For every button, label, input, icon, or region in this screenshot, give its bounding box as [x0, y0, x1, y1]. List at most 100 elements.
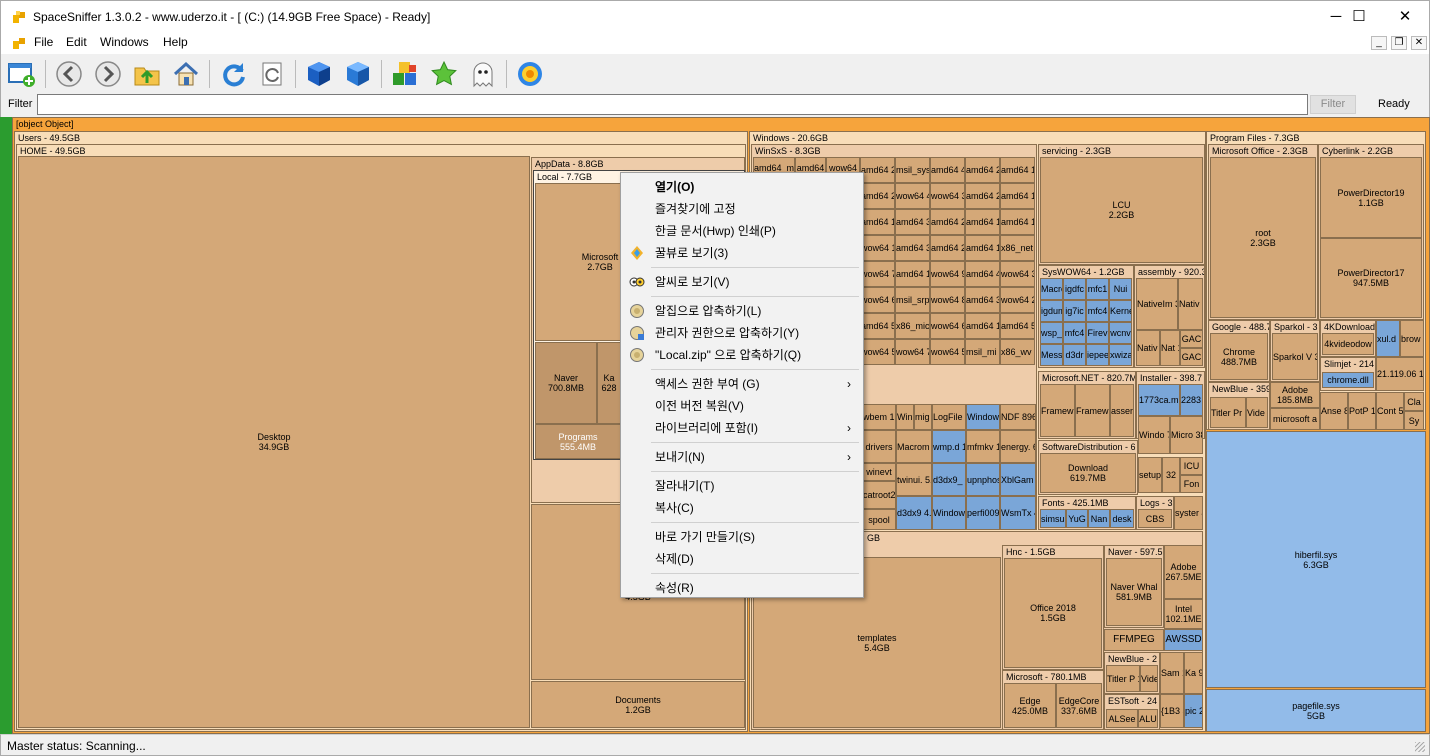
tile-windows-misc[interactable]: WsmTx 4KB — [1000, 496, 1036, 530]
tile-syswow-cell[interactable]: wcnv — [1109, 322, 1132, 344]
tile-winsxs-cell[interactable]: wow64 860KB — [930, 287, 965, 313]
tile-windows-misc[interactable]: twinui. 5.9MB — [896, 463, 932, 496]
context-item-1[interactable]: 즐겨찾기에 고정 — [623, 198, 861, 220]
tile-winsxs-cell[interactable]: wow64 232KB — [1000, 287, 1035, 313]
context-item-11[interactable]: 액세스 권한 부여 (G) › — [623, 373, 861, 395]
tile-windows-misc[interactable]: upnphos 464KB — [966, 463, 1000, 496]
tile-21119[interactable]: 21.119.06 179.6MB — [1376, 357, 1424, 391]
tile-syswow-cell[interactable]: Nui — [1109, 278, 1132, 300]
tile-root-office[interactable]: root 2.3GB — [1210, 157, 1316, 318]
mdi-close-button[interactable]: ✕ — [1411, 36, 1427, 50]
tile-office2018[interactable]: Office 2018 1.5GB — [1004, 558, 1102, 668]
tile-windows-misc[interactable]: Window 2.2MB — [932, 496, 966, 530]
context-item-13[interactable]: 라이브러리에 포함(I) › — [623, 417, 861, 439]
tile-syswow-cell[interactable]: mfc1 — [1086, 278, 1109, 300]
tile-winsxs-cell[interactable]: amd64 440KB — [965, 261, 1000, 287]
tile-titlerp[interactable]: Titler P 127.2M — [1106, 665, 1140, 692]
tile-font-desk[interactable]: desk — [1110, 509, 1134, 528]
tile-windows-misc[interactable]: wbem 164.8M — [862, 404, 896, 430]
context-item-5[interactable]: 알씨로 보기(V) — [623, 271, 861, 293]
tile-cla[interactable]: Cla — [1404, 392, 1424, 411]
tile-windows-misc[interactable]: energy. 656KB — [1000, 430, 1036, 463]
tile-pic[interactable]: pic 2.2M — [1184, 694, 1203, 728]
tile-vide2[interactable]: Vide 52.3 — [1140, 665, 1158, 692]
tile-syswow-cell[interactable]: wsp_ — [1040, 322, 1063, 344]
tile-font-nan[interactable]: Nan — [1088, 509, 1110, 528]
tile-framework-1[interactable]: Framew 313.5M — [1040, 384, 1075, 437]
tile-windows-misc[interactable]: Window 1.7MB — [966, 404, 1000, 430]
tile-potp[interactable]: PotP 101.2 — [1348, 392, 1376, 430]
tile-winsxs-cell[interactable]: amd64 18.7MB — [860, 209, 895, 235]
tile-winsxs-cell[interactable]: amd64 1.6MB — [965, 209, 1000, 235]
tile-winsxs-cell[interactable]: msil_srp 1.0MB — [895, 287, 930, 313]
context-item-15[interactable]: 보내기(N) › — [623, 446, 861, 468]
menu-windows[interactable]: Windows — [100, 35, 149, 49]
blocks-icon[interactable] — [390, 59, 420, 89]
tile-winsxs-cell[interactable]: msil_mi 112KB — [965, 339, 1000, 365]
tile-windows-misc[interactable]: drivers — [862, 430, 896, 463]
menu-edit[interactable]: Edit — [66, 35, 87, 49]
cube-icon[interactable] — [304, 59, 334, 89]
tile-syswow-cell[interactable]: iepee — [1086, 344, 1109, 366]
tile-winsxs-cell[interactable]: amd64 56KB — [1000, 313, 1035, 339]
tile-windows-misc[interactable]: spool — [862, 509, 896, 530]
tile-adobe[interactable]: Adobe 267.5ME — [1164, 545, 1203, 599]
tile-winsxs-cell[interactable]: amd64 2.6MB — [930, 235, 965, 261]
tile-syswow-cell[interactable]: Messa — [1040, 344, 1063, 366]
tile-chrome[interactable]: Chrome 488.7MB — [1210, 333, 1268, 380]
tile-winsxs-cell[interactable]: amd64 1.9MB — [1000, 157, 1035, 183]
cube-blue-icon[interactable] — [343, 59, 373, 89]
tile-winsxs-cell[interactable]: wow64 300KB — [1000, 261, 1035, 287]
tile-pd17[interactable]: PowerDirector17 947.5MB — [1320, 238, 1422, 318]
tile-font-simsun[interactable]: simsun — [1040, 509, 1066, 528]
tile-installer-1[interactable]: 1773ca.m 179.1MB — [1138, 384, 1180, 416]
tile-winsxs-cell[interactable]: amd64 3.1MB — [895, 235, 930, 261]
context-item-8[interactable]: 관리자 권한으로 압축하기(Y) — [623, 322, 861, 344]
tile-winsxs-cell[interactable]: amd64 2.1MB — [965, 183, 1000, 209]
tile-winsxs-cell[interactable]: amd64 368KB — [965, 287, 1000, 313]
tile-syswow-cell[interactable]: Kerne — [1109, 300, 1132, 322]
tile-syswow-cell[interactable]: igdfc — [1063, 278, 1086, 300]
tile-ffmpeg[interactable]: FFMPEG — [1104, 629, 1164, 651]
context-item-21[interactable]: 삭제(D) — [623, 548, 861, 570]
context-item-17[interactable]: 잘라내기(T) — [623, 475, 861, 497]
tile-winsxs-cell[interactable]: x86_mic 784KB — [895, 313, 930, 339]
tile-32[interactable]: 32 — [1162, 457, 1180, 493]
star-icon[interactable] — [429, 59, 459, 89]
tile-winsxs-cell[interactable]: amd64 1.1MB — [895, 261, 930, 287]
tile-syswow-cell[interactable]: xwiza — [1109, 344, 1132, 366]
tile-chromedll[interactable]: chrome.dll — [1322, 372, 1374, 388]
tile-sparkolv[interactable]: Sparkol V 340.4MB — [1272, 333, 1318, 380]
refresh-all-icon[interactable] — [257, 59, 287, 89]
tile-edgecore[interactable]: EdgeCore 337.6MB — [1056, 683, 1102, 728]
tile-documents[interactable]: Documents 1.2GB — [531, 681, 745, 728]
tile-titlerpr[interactable]: Titler Pr 140.1MI — [1210, 397, 1246, 428]
tile-winsxs-cell[interactable]: amd64 22.0MB — [860, 183, 895, 209]
tile-4kvideo[interactable]: 4kvideodow — [1322, 333, 1374, 355]
mdi-minimize-button[interactable]: _ — [1371, 36, 1387, 50]
forward-icon[interactable] — [93, 59, 123, 89]
tile-xul[interactable]: xul.d 110. — [1376, 320, 1400, 357]
tile-sam[interactable]: Sam 135. — [1160, 652, 1184, 694]
tile-winsxs-cell[interactable]: amd64 4.0MB — [930, 157, 965, 183]
menu-help[interactable]: Help — [163, 35, 188, 49]
context-item-7[interactable]: 알집으로 압축하기(L) — [623, 300, 861, 322]
tile-desktop[interactable]: Desktop 34.9GB — [18, 156, 530, 728]
context-item-3[interactable]: 꿀뷰로 보기(3) — [623, 242, 861, 264]
ghost-icon[interactable] — [468, 59, 498, 89]
tile-framework-2[interactable]: Framew 288.8M — [1075, 384, 1110, 437]
tile-download[interactable]: Download 619.7MB — [1040, 453, 1136, 493]
tile-programs-local[interactable]: Programs 555.4MB — [535, 424, 621, 459]
context-item-2[interactable]: 한글 문서(Hwp) 인쇄(P) — [623, 220, 861, 242]
tile-installer-3[interactable]: Windo 76KB — [1138, 416, 1170, 454]
context-item-18[interactable]: 복사(C) — [623, 497, 861, 519]
tile-pagefile[interactable]: pagefile.sys 5GB — [1206, 689, 1426, 732]
tile-winsxs-cell[interactable]: amd64 2.8MB — [930, 209, 965, 235]
tile-fon[interactable]: Fon — [1180, 475, 1203, 493]
new-view-icon[interactable] — [6, 59, 36, 89]
menu-file[interactable]: File — [34, 35, 53, 49]
tile-ka2[interactable]: Ka 98. — [1184, 652, 1203, 694]
tile-nativeim-3[interactable]: Nativ 160.2 — [1136, 330, 1160, 366]
tile-winsxs-cell[interactable]: x86_wv 4KB — [1000, 339, 1035, 365]
tile-windows-misc[interactable]: d3dx9 4.1MB — [896, 496, 932, 530]
